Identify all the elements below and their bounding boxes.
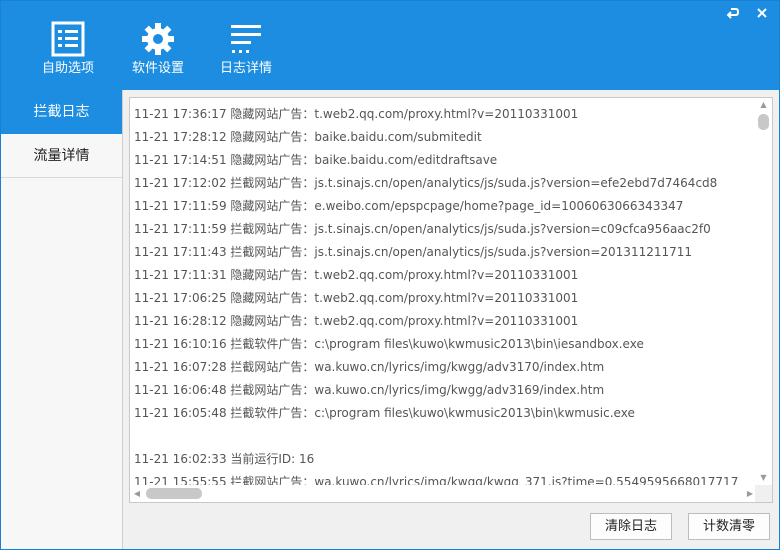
sidebar: 拦截日志 流量详情	[1, 90, 123, 549]
vertical-scrollbar[interactable]: ▲ ▼	[755, 98, 772, 485]
restore-arrow-icon[interactable]	[724, 7, 742, 21]
log-line: 11-21 16:06:48 拦截网站广告：wa.kuwo.cn/lyrics/…	[134, 383, 605, 397]
sidebar-item-intercept-log[interactable]: 拦截日志	[1, 90, 122, 134]
log-line: 11-21 16:10:16 拦截软件广告：c:\program files\k…	[134, 337, 644, 351]
main-panel: 11-21 17:36:17 隐藏网站广告：t.web2.qq.com/prox…	[123, 90, 779, 549]
log-line: 11-21 16:28:12 隐藏网站广告：t.web2.qq.com/prox…	[134, 314, 579, 328]
sidebar-item-traffic-details[interactable]: 流量详情	[1, 134, 122, 178]
checklist-icon	[50, 21, 86, 57]
log-details-label: 日志详情	[219, 61, 272, 76]
log-line: 11-21 17:11:59 隐藏网站广告：e.weibo.com/epspcp…	[134, 199, 684, 213]
log-line: 11-21 16:02:33 当前运行ID: 16	[134, 452, 315, 466]
self-options-button[interactable]: 自助选项	[28, 21, 108, 81]
horizontal-scrollbar[interactable]: ◀ ▶	[130, 485, 757, 502]
log-line-blank	[134, 425, 752, 448]
log-line: 11-21 17:11:31 隐藏网站广告：t.web2.qq.com/prox…	[134, 268, 579, 282]
vertical-scroll-thumb[interactable]	[758, 114, 769, 130]
app-window: 自助选项 软件设置 日志详情 拦截日志 流量详情 11-21 17:36:17 …	[0, 0, 780, 550]
log-line: 11-21 17:06:25 隐藏网站广告：t.web2.qq.com/prox…	[134, 291, 579, 305]
log-line: 11-21 17:36:17 隐藏网站广告：t.web2.qq.com/prox…	[134, 107, 579, 121]
log-list: 11-21 17:36:17 隐藏网站广告：t.web2.qq.com/prox…	[134, 103, 752, 494]
scroll-up-arrow-icon[interactable]: ▲	[755, 98, 772, 112]
menu-list-icon	[228, 21, 264, 57]
log-details-button[interactable]: 日志详情	[206, 21, 286, 81]
clear-log-button[interactable]: 清除日志	[590, 513, 672, 540]
gear-icon	[140, 21, 176, 57]
log-line: 11-21 16:07:28 拦截网站广告：wa.kuwo.cn/lyrics/…	[134, 360, 605, 374]
log-line: 11-21 17:28:12 隐藏网站广告：baike.baidu.com/su…	[134, 130, 482, 144]
log-line: 11-21 17:11:59 拦截网站广告：js.t.sinajs.cn/ope…	[134, 222, 711, 236]
header-bar: 自助选项 软件设置 日志详情	[1, 1, 779, 90]
software-settings-button[interactable]: 软件设置	[118, 21, 198, 81]
log-textarea[interactable]: 11-21 17:36:17 隐藏网站广告：t.web2.qq.com/prox…	[129, 97, 773, 503]
scrollbar-corner	[755, 485, 772, 502]
scroll-left-arrow-icon[interactable]: ◀	[130, 485, 144, 502]
self-options-label: 自助选项	[41, 61, 94, 76]
close-icon[interactable]	[753, 7, 771, 21]
reset-count-button[interactable]: 计数清零	[688, 513, 770, 540]
software-settings-label: 软件设置	[131, 61, 184, 76]
scroll-down-arrow-icon[interactable]: ▼	[755, 471, 772, 485]
log-line: 11-21 17:14:51 隐藏网站广告：baike.baidu.com/ed…	[134, 153, 498, 167]
log-line: 11-21 17:11:43 拦截网站广告：js.t.sinajs.cn/ope…	[134, 245, 693, 259]
log-line: 11-21 17:12:02 拦截网站广告：js.t.sinajs.cn/ope…	[134, 176, 718, 190]
horizontal-scroll-thumb[interactable]	[146, 488, 202, 499]
log-line: 11-21 16:05:48 拦截软件广告：c:\program files\k…	[134, 406, 635, 420]
